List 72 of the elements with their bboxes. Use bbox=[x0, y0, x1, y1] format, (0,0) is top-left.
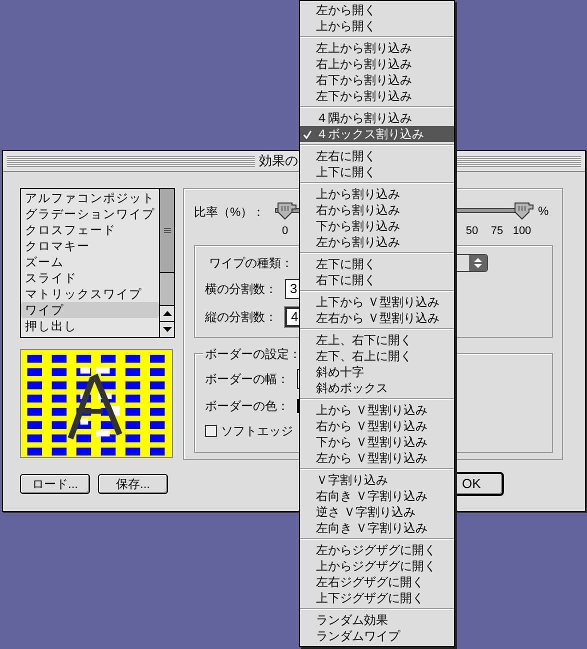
list-item[interactable]: ズーム bbox=[21, 254, 159, 270]
menu-item[interactable]: 右下に開く bbox=[300, 272, 454, 288]
menu-item[interactable]: 左から割り込み bbox=[300, 234, 454, 250]
menu-item[interactable]: 左右に開く bbox=[300, 148, 454, 164]
up-arrow-icon bbox=[162, 311, 172, 316]
down-arrow-icon bbox=[162, 327, 172, 332]
checkmark-icon bbox=[303, 130, 312, 139]
menu-item[interactable]: ランダム効果 bbox=[300, 612, 454, 628]
menu-item[interactable]: 右から Ｖ型割り込み bbox=[300, 418, 454, 434]
list-item[interactable]: マトリックスワイプ bbox=[21, 286, 159, 302]
menu-item[interactable]: 左下に開く bbox=[300, 256, 454, 272]
list-item[interactable]: グラデーションワイプ bbox=[21, 206, 159, 222]
tick-label: 100 bbox=[512, 224, 532, 239]
menu-item[interactable]: 斜め十字 bbox=[300, 364, 454, 380]
menu-item[interactable]: 下から Ｖ型割り込み bbox=[300, 434, 454, 450]
slider-thumb[interactable] bbox=[277, 202, 297, 220]
menu-item[interactable]: 左向き Ｖ字割り込み bbox=[300, 520, 454, 536]
field-label: ボーダーの色： bbox=[205, 398, 290, 415]
window-title: 効果の bbox=[259, 152, 298, 170]
menu-item[interactable]: 逆さ Ｖ字割り込み bbox=[300, 504, 454, 520]
scroll-up-button[interactable] bbox=[160, 305, 174, 321]
menu-item[interactable]: 左から Ｖ型割り込み bbox=[300, 450, 454, 466]
menu-item[interactable]: 左右から Ｖ型割り込み bbox=[300, 310, 454, 326]
menu-item[interactable]: 右から割り込み bbox=[300, 202, 454, 218]
menu-item[interactable]: 上下ジグザグに開く bbox=[300, 590, 454, 606]
menu-item[interactable]: 上下に開く bbox=[300, 164, 454, 180]
menu-item[interactable]: 左からジグザグに開く bbox=[300, 542, 454, 558]
menu-item[interactable]: ランダムワイプ bbox=[300, 628, 454, 644]
list-item[interactable]: クロスフェード bbox=[21, 222, 159, 238]
menu-item[interactable]: 上から Ｖ型割り込み bbox=[300, 402, 454, 418]
menu-item[interactable]: Ｖ字割り込み bbox=[300, 472, 454, 488]
scroll-down-button[interactable] bbox=[160, 321, 174, 337]
menu-item[interactable]: 左右ジグザグに開く bbox=[300, 574, 454, 590]
menu-item[interactable]: 左上、右下に開く bbox=[300, 332, 454, 348]
menu-item[interactable]: 左から開く bbox=[300, 2, 454, 18]
dialog-button[interactable]: 保存... bbox=[98, 474, 168, 494]
scroll-bar[interactable] bbox=[159, 189, 174, 337]
menu-item[interactable]: 斜めボックス bbox=[300, 380, 454, 396]
field-label: 横の分割数： bbox=[205, 281, 278, 298]
menu-item[interactable]: 左下から割り込み bbox=[300, 88, 454, 104]
menu-item[interactable]: 上からジグザグに開く bbox=[300, 558, 454, 574]
checkbox[interactable] bbox=[205, 425, 217, 437]
menu-item[interactable]: 上から開く bbox=[300, 18, 454, 34]
scroll-thumb[interactable] bbox=[160, 189, 174, 273]
ratio-label: 比率（%）： bbox=[194, 204, 266, 221]
menu-item[interactable]: 左上から割り込み bbox=[300, 40, 454, 56]
field-label: ボーダーの幅： bbox=[205, 371, 290, 388]
wipe-type-label: ワイプの種類： bbox=[209, 255, 294, 272]
tick-label: 75 bbox=[490, 224, 504, 239]
tick-label: 0 bbox=[282, 224, 288, 239]
list-item[interactable]: クロマキー bbox=[21, 238, 159, 254]
menu-item[interactable]: 左下、右上に開く bbox=[300, 348, 454, 364]
menu-item[interactable]: 上から割り込み bbox=[300, 186, 454, 202]
dialog-button[interactable]: ロード... bbox=[20, 474, 90, 494]
checkbox-label: ソフトエッジ bbox=[221, 423, 293, 440]
menu-item[interactable]: 右上から割り込み bbox=[300, 56, 454, 72]
list-item[interactable]: スライド bbox=[21, 270, 159, 286]
list-item[interactable]: ワイプ bbox=[21, 302, 159, 318]
menu-item[interactable]: 右下から割り込み bbox=[300, 72, 454, 88]
field-label: 縦の分割数： bbox=[205, 309, 278, 326]
menu-item[interactable]: 上下から Ｖ型割り込み bbox=[300, 294, 454, 310]
grip-icon bbox=[164, 228, 170, 234]
tick-label: 50 bbox=[466, 224, 478, 239]
menu-item[interactable]: ４隅から割り込み bbox=[300, 110, 454, 126]
slider-thumb[interactable] bbox=[514, 202, 534, 220]
menu-item[interactable]: 下から割り込み bbox=[300, 218, 454, 234]
up-down-arrows-icon bbox=[474, 257, 482, 269]
list-item[interactable]: 押し出し bbox=[21, 318, 159, 334]
list-item[interactable]: アルファコンポジット bbox=[21, 190, 159, 206]
menu-item[interactable]: ４ボックス割り込み bbox=[300, 126, 454, 142]
unit-label: % bbox=[538, 203, 549, 220]
menu-item[interactable]: 右向き Ｖ字割り込み bbox=[300, 488, 454, 504]
